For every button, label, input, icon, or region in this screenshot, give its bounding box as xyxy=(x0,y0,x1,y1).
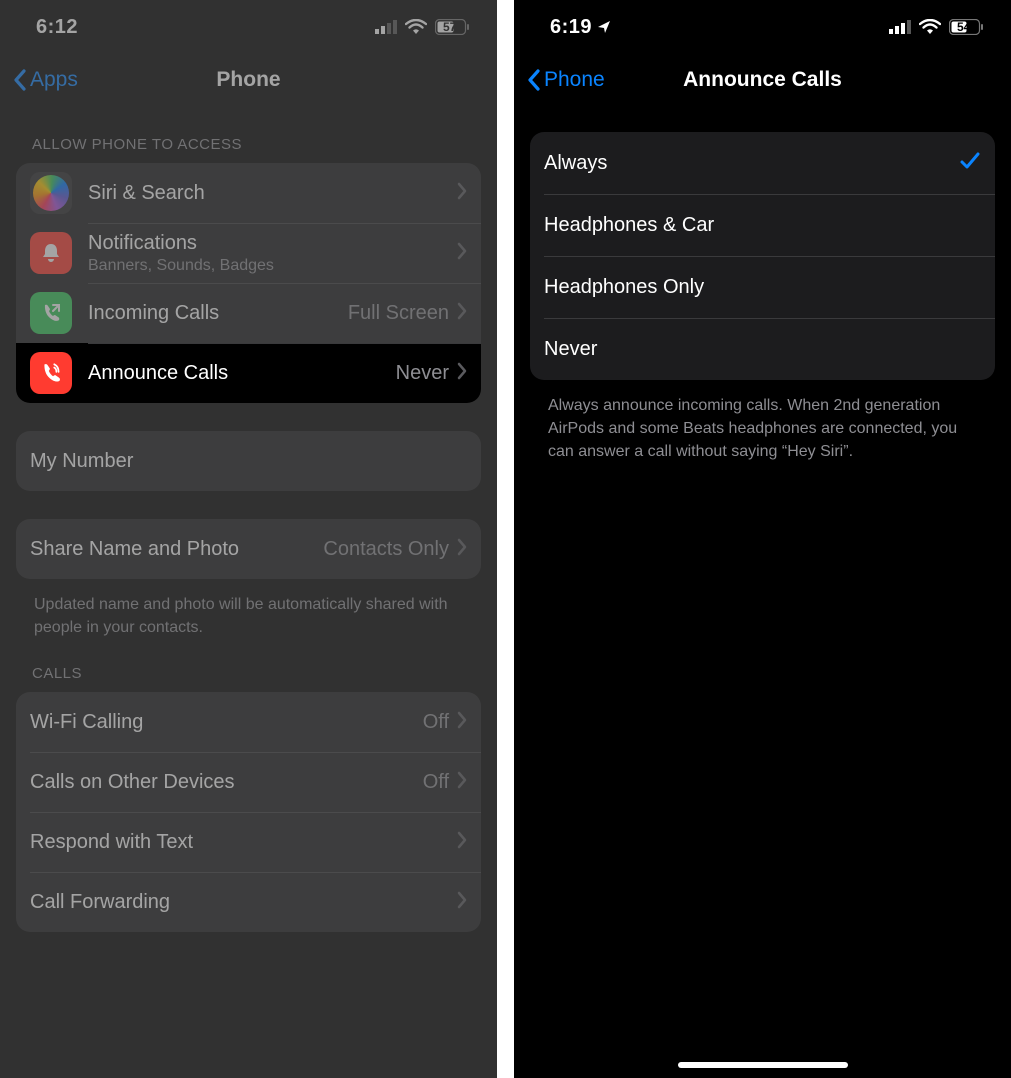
chevron-right-icon xyxy=(457,891,467,914)
siri-icon xyxy=(30,172,72,214)
cellular-icon xyxy=(375,20,397,34)
chevron-right-icon xyxy=(457,771,467,794)
group-announce-options: Always Headphones & Car Headphones Only … xyxy=(530,132,995,380)
row-value: Off xyxy=(423,711,449,734)
row-respond-with-text[interactable]: Respond with Text xyxy=(16,812,481,872)
row-value: Contacts Only xyxy=(323,538,449,561)
row-label: Siri & Search xyxy=(88,182,457,205)
group-my-number: My Number xyxy=(16,431,481,491)
checkmark-icon xyxy=(959,151,981,176)
option-label: Headphones Only xyxy=(544,276,981,299)
chevron-right-icon xyxy=(457,362,467,385)
row-announce-calls[interactable]: Announce Calls Never xyxy=(16,343,481,403)
wifi-icon xyxy=(405,19,427,35)
row-value: Never xyxy=(396,362,449,385)
option-headphones-car[interactable]: Headphones & Car xyxy=(530,194,995,256)
row-call-forwarding[interactable]: Call Forwarding xyxy=(16,872,481,932)
battery-indicator: 54 xyxy=(949,19,983,35)
chevron-right-icon xyxy=(457,711,467,734)
row-value: Full Screen xyxy=(348,302,449,325)
chevron-right-icon xyxy=(457,182,467,205)
chevron-right-icon xyxy=(457,302,467,325)
group-access: Siri & Search Notifications Banners, Sou… xyxy=(16,163,481,403)
row-label: Share Name and Photo xyxy=(30,538,323,561)
row-value: Off xyxy=(423,771,449,794)
chevron-right-icon xyxy=(457,538,467,561)
back-button-apps[interactable]: Apps xyxy=(12,68,78,92)
status-time: 6:12 xyxy=(36,16,78,39)
chevron-left-icon xyxy=(526,68,542,92)
back-button-phone[interactable]: Phone xyxy=(526,68,605,92)
row-notifications[interactable]: Notifications Banners, Sounds, Badges xyxy=(16,223,481,283)
row-label: Notifications xyxy=(88,232,457,255)
bell-icon xyxy=(30,232,72,274)
option-label: Headphones & Car xyxy=(544,214,981,237)
option-never[interactable]: Never xyxy=(530,318,995,380)
chevron-right-icon xyxy=(457,242,467,265)
chevron-left-icon xyxy=(12,68,28,92)
wifi-icon xyxy=(919,19,941,35)
screen-announce-calls: 6:19 54 Phone xyxy=(514,0,1011,1078)
row-label: Announce Calls xyxy=(88,362,396,385)
row-share-name-photo[interactable]: Share Name and Photo Contacts Only xyxy=(16,519,481,579)
screenshot-divider xyxy=(497,0,514,1078)
option-label: Always xyxy=(544,152,959,175)
row-label: Respond with Text xyxy=(30,831,457,854)
screen-phone-settings: 6:12 57 Apps Phone ALLO xyxy=(0,0,497,1078)
group-share-name: Share Name and Photo Contacts Only xyxy=(16,519,481,579)
status-bar: 6:12 57 xyxy=(0,0,497,54)
row-my-number[interactable]: My Number xyxy=(16,431,481,491)
row-sublabel: Banners, Sounds, Badges xyxy=(88,257,457,275)
phone-announce-icon xyxy=(30,352,72,394)
home-indicator[interactable] xyxy=(678,1062,848,1068)
status-time: 6:19 xyxy=(550,16,592,39)
row-label: Calls on Other Devices xyxy=(30,771,423,794)
row-label: Wi-Fi Calling xyxy=(30,711,423,734)
back-label: Apps xyxy=(30,68,78,92)
cellular-icon xyxy=(889,20,911,34)
share-footer: Updated name and photo will be automatic… xyxy=(16,579,481,643)
phone-incoming-icon xyxy=(30,292,72,334)
row-calls-other-devices[interactable]: Calls on Other Devices Off xyxy=(16,752,481,812)
chevron-right-icon xyxy=(457,831,467,854)
option-headphones-only[interactable]: Headphones Only xyxy=(530,256,995,318)
battery-indicator: 57 xyxy=(435,19,469,35)
row-label: My Number xyxy=(30,450,467,473)
section-header-calls: CALLS xyxy=(16,643,481,692)
back-label: Phone xyxy=(544,68,605,92)
row-wifi-calling[interactable]: Wi-Fi Calling Off xyxy=(16,692,481,752)
row-label: Call Forwarding xyxy=(30,891,457,914)
status-bar: 6:19 54 xyxy=(514,0,1011,54)
group-calls: Wi-Fi Calling Off Calls on Other Devices… xyxy=(16,692,481,932)
row-label: Incoming Calls xyxy=(88,302,348,325)
row-incoming-calls[interactable]: Incoming Calls Full Screen xyxy=(16,283,481,343)
option-label: Never xyxy=(544,338,981,361)
announce-footer: Always announce incoming calls. When 2nd… xyxy=(530,380,995,468)
section-header-access: ALLOW PHONE TO ACCESS xyxy=(16,106,481,163)
location-icon xyxy=(596,19,612,35)
row-siri-search[interactable]: Siri & Search xyxy=(16,163,481,223)
nav-bar: Apps Phone xyxy=(0,54,497,106)
option-always[interactable]: Always xyxy=(530,132,995,194)
nav-bar: Phone Announce Calls xyxy=(514,54,1011,106)
